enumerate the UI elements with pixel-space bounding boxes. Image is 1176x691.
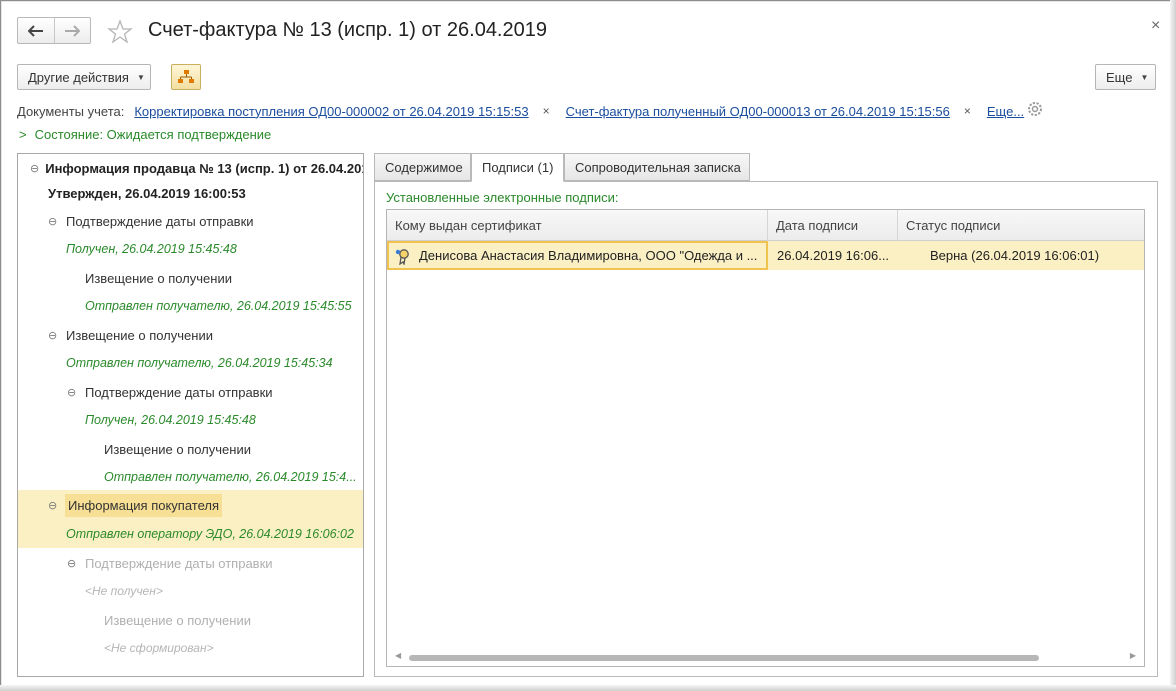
tree-node-status: Отправлен получателю, 26.04.2019 15:4...: [18, 463, 363, 491]
tree-node-status: Утвержден, 26.04.2019 16:00:53: [18, 179, 363, 207]
favorite-star-icon[interactable]: [107, 19, 133, 45]
document-structure-button[interactable]: [171, 64, 201, 90]
column-header-status[interactable]: Статус подписи: [898, 210, 1144, 241]
close-icon[interactable]: ×: [1151, 17, 1160, 35]
tree-node-receipt-notice[interactable]: ⊖ Извещение о получении: [18, 321, 363, 349]
tree-node-status-text: Получен, 26.04.2019 15:45:48: [85, 413, 256, 427]
other-actions-label: Другие действия: [28, 69, 129, 85]
tree-node-label: Подтверждение даты отправки: [66, 213, 254, 229]
tree-node-label: Подтверждение даты отправки: [85, 555, 273, 571]
tab-label: Содержимое: [385, 159, 463, 175]
signatures-table: Кому выдан сертификат Дата подписи Стату…: [386, 209, 1145, 667]
tree-node-seller-info[interactable]: ⊖ Информация продавца № 13 (испр. 1) от …: [18, 154, 363, 182]
navigation-buttons: [17, 17, 91, 44]
column-header-issued-to[interactable]: Кому выдан сертификат: [387, 210, 768, 241]
tab-signatures[interactable]: Подписи (1): [471, 153, 564, 182]
forward-button[interactable]: [53, 18, 91, 43]
collapse-icon[interactable]: ⊖: [48, 215, 60, 228]
tree-node-receipt-notice[interactable]: Извещение о получении: [18, 606, 363, 634]
accounting-docs-label: Документы учета:: [17, 103, 125, 119]
arrow-right-icon: [65, 24, 81, 37]
state-toggle[interactable]: > Состояние: Ожидается подтверждение: [19, 127, 271, 142]
remove-link-icon[interactable]: ×: [964, 104, 971, 118]
collapse-icon[interactable]: ⊖: [67, 557, 79, 570]
tab-label: Подписи (1): [482, 160, 554, 175]
tab-label: Сопроводительная записка: [575, 159, 741, 175]
state-text: Состояние: Ожидается подтверждение: [34, 127, 272, 142]
cell-status[interactable]: Верна (26.04.2019 16:06:01): [898, 241, 1144, 270]
tree-node-date-confirmation[interactable]: ⊖ Подтверждение даты отправки: [18, 549, 363, 577]
chevron-down-icon: ▼: [1140, 72, 1149, 82]
collapse-icon[interactable]: ⊖: [30, 162, 39, 175]
exchange-tree: ⊖ Информация продавца № 13 (испр. 1) от …: [17, 153, 364, 677]
collapse-icon[interactable]: ⊖: [67, 386, 79, 399]
tree-node-label: Извещение о получении: [85, 270, 232, 286]
cell-date-text: 26.04.2019 16:06...: [777, 248, 890, 263]
tree-node-status: Отправлен оператору ЭДО, 26.04.2019 16:0…: [18, 520, 363, 548]
tree-node-date-confirmation[interactable]: ⊖ Подтверждение даты отправки: [18, 378, 363, 406]
invoice-received-link[interactable]: Счет-фактура полученный ОД00-000013 от 2…: [566, 104, 950, 119]
tree-node-buyer-info[interactable]: ⊖ Информация покупателя: [18, 490, 363, 520]
tree-node-status: Отправлен получателю, 26.04.2019 15:45:3…: [18, 349, 363, 377]
tree-node-label: Информация покупателя: [65, 493, 223, 517]
tree-node-status: Получен, 26.04.2019 15:45:48: [18, 406, 363, 434]
horizontal-scrollbar[interactable]: ◀ ▶: [387, 650, 1144, 666]
table-header: Кому выдан сертификат Дата подписи Стату…: [387, 210, 1144, 241]
tree-node-status-text: Отправлен получателю, 26.04.2019 15:45:5…: [85, 299, 352, 313]
chevron-right-icon: >: [19, 127, 27, 142]
tree-node-status-text: Отправлен получателю, 26.04.2019 15:45:3…: [66, 356, 333, 370]
tree-node-date-confirmation[interactable]: ⊖ Подтверждение даты отправки: [18, 207, 363, 235]
tree-node-status: Отправлен получателю, 26.04.2019 15:45:5…: [18, 292, 363, 320]
tree-node-label: Извещение о получении: [104, 612, 251, 628]
tree-node-status: <Не получен>: [18, 577, 363, 605]
tree-node-status-text: <Не сформирован>: [104, 641, 214, 655]
tree-node-label: Извещение о получении: [104, 441, 251, 457]
tree-node-status-text: Утвержден, 26.04.2019 16:00:53: [48, 185, 246, 201]
tree-node-receipt-notice[interactable]: Извещение о получении: [18, 264, 363, 292]
scrollbar-thumb[interactable]: [409, 655, 1039, 661]
tree-node-label: Подтверждение даты отправки: [85, 384, 273, 400]
cell-date[interactable]: 26.04.2019 16:06...: [768, 241, 898, 270]
other-actions-button[interactable]: Другие действия ▼: [17, 64, 151, 90]
tree-node-status-text: <Не получен>: [85, 584, 163, 598]
tree-node-label: Извещение о получении: [66, 327, 213, 343]
more-button[interactable]: Еще ▼: [1095, 64, 1156, 90]
tab-cover-note[interactable]: Сопроводительная записка: [564, 153, 750, 181]
column-header-date[interactable]: Дата подписи: [768, 210, 898, 241]
arrow-left-icon: [27, 24, 43, 37]
more-label: Еще: [1106, 69, 1133, 85]
collapse-icon[interactable]: ⊖: [48, 329, 60, 342]
gear-icon[interactable]: [1026, 100, 1044, 118]
tree-node-receipt-notice[interactable]: Извещение о получении: [18, 435, 363, 463]
tree-node-status: Получен, 26.04.2019 15:45:48: [18, 235, 363, 263]
cell-issued-to-text: Денисова Анастасия Владимировна, ООО "Од…: [419, 248, 758, 263]
remove-link-icon[interactable]: ×: [543, 104, 550, 118]
signatures-section-label: Установленные электронные подписи:: [386, 190, 619, 205]
scroll-right-icon[interactable]: ▶: [1130, 651, 1136, 660]
page-title: Счет-фактура № 13 (испр. 1) от 26.04.201…: [148, 19, 547, 41]
cell-status-text: Верна (26.04.2019 16:06:01): [930, 248, 1100, 263]
window-shadow: [1170, 0, 1176, 691]
tab-content[interactable]: Содержимое: [374, 153, 471, 181]
back-button[interactable]: [18, 18, 54, 43]
scroll-left-icon[interactable]: ◀: [395, 651, 401, 660]
document-window: Счет-фактура № 13 (испр. 1) от 26.04.201…: [0, 0, 1176, 691]
hierarchy-icon: [178, 70, 194, 83]
table-row[interactable]: Денисова Анастасия Владимировна, ООО "Од…: [387, 241, 1144, 270]
cell-issued-to[interactable]: Денисова Анастасия Владимировна, ООО "Од…: [387, 241, 768, 270]
chevron-down-icon: ▼: [136, 72, 145, 82]
tree-node-status-text: Получен, 26.04.2019 15:45:48: [66, 242, 237, 256]
correction-receipt-link[interactable]: Корректировка поступления ОД00-000002 от…: [134, 104, 528, 119]
tree-node-status-text: Отправлен получателю, 26.04.2019 15:4...: [104, 470, 357, 484]
tree-node-status-text: Отправлен оператору ЭДО, 26.04.2019 16:0…: [66, 527, 354, 541]
accounting-docs-line: Документы учета: Корректировка поступлен…: [17, 102, 1024, 120]
docs-more-link[interactable]: Еще...: [987, 104, 1024, 119]
tree-node-label: Информация продавца № 13 (испр. 1) от 26…: [45, 160, 364, 176]
collapse-icon[interactable]: ⊖: [48, 499, 60, 512]
tree-node-status: <Не сформирован>: [18, 634, 363, 662]
certificate-icon: [395, 248, 409, 265]
window-shadow: [0, 685, 1176, 691]
